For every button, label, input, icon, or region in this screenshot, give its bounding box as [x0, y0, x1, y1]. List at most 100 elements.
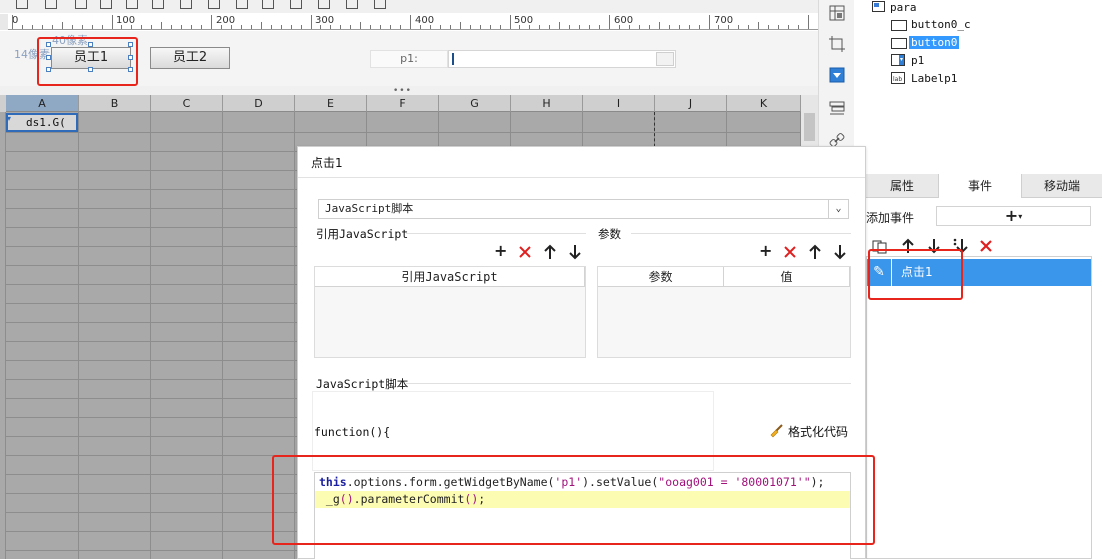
- tree-item-p1[interactable]: p1: [911, 53, 924, 69]
- ruler-tick: [808, 15, 809, 29]
- delete-icon[interactable]: [979, 239, 993, 253]
- tree-item-button0-c[interactable]: button0_c: [911, 17, 971, 33]
- toolbar-icon[interactable]: [180, 0, 192, 9]
- ruler-tick: [529, 25, 531, 29]
- employee-2-button[interactable]: 员工2: [150, 47, 230, 69]
- param-delete-icon[interactable]: [783, 245, 797, 259]
- ruler-tick: [678, 25, 680, 29]
- script-type-select[interactable]: JavaScript脚本 ⌄: [318, 199, 849, 219]
- ruler-tick: [708, 15, 710, 29]
- toolbar-icon[interactable]: [16, 0, 28, 9]
- ruler-tick: [648, 25, 650, 29]
- column-header-k[interactable]: K: [727, 95, 801, 112]
- column-header-g[interactable]: G: [439, 95, 511, 112]
- ruler-tick: [609, 15, 610, 29]
- tree-item-labelp1[interactable]: Labelp1: [911, 71, 957, 87]
- column-header-d[interactable]: D: [223, 95, 295, 112]
- ruler-tick: [370, 25, 372, 29]
- ruler-tick: [549, 25, 551, 29]
- ruler-corner: [0, 14, 8, 30]
- dialog-title: 点击1: [311, 156, 343, 170]
- tree-item-button0[interactable]: button0: [909, 35, 960, 51]
- grid-row-line: [6, 132, 801, 133]
- event-list: ✎ 点击1: [866, 256, 1092, 559]
- param-table[interactable]: 参数 值: [597, 266, 851, 358]
- toolbar-icon[interactable]: [152, 0, 164, 9]
- grid-column-line: [78, 112, 79, 559]
- ruler-tick: [21, 25, 23, 29]
- param-name-column-header[interactable]: 参数: [598, 267, 724, 287]
- toolbar-icon[interactable]: [346, 0, 358, 9]
- ruler-tick: [569, 25, 571, 29]
- grid-layout-icon[interactable]: [829, 5, 845, 21]
- grid-column-line: [5, 112, 6, 559]
- column-header-c[interactable]: C: [151, 95, 223, 112]
- ruler-tick: [230, 25, 232, 29]
- tree-item-para[interactable]: para: [890, 0, 917, 16]
- column-header-i[interactable]: I: [583, 95, 655, 112]
- toolbar-icon[interactable]: [208, 0, 220, 9]
- ref-js-column-header[interactable]: 引用JavaScript: [315, 267, 585, 287]
- dropdown-arrow-icon[interactable]: [656, 52, 674, 66]
- toolbar-icon[interactable]: [45, 0, 57, 9]
- tab-mobile[interactable]: 移动端: [1022, 174, 1102, 198]
- broom-icon: [770, 424, 783, 438]
- ruler-label: 400: [415, 15, 435, 26]
- grid-column-line: [150, 112, 151, 559]
- add-event-plus: +: [1004, 206, 1019, 225]
- ref-delete-icon[interactable]: [518, 245, 532, 259]
- ruler-tick: [419, 25, 421, 29]
- tab-events[interactable]: 事件: [938, 174, 1022, 198]
- ruler-tick: [280, 25, 282, 29]
- param-move-up-icon[interactable]: [809, 244, 821, 260]
- combo-box-icon[interactable]: [829, 67, 845, 83]
- ruler-tick: [250, 25, 252, 29]
- scrollbar-thumb[interactable]: [804, 113, 815, 141]
- column-header-j[interactable]: J: [655, 95, 727, 112]
- ruler-tick: [798, 25, 800, 29]
- param-value-column-header[interactable]: 值: [724, 267, 850, 287]
- toolbar-icon[interactable]: [262, 0, 274, 9]
- cell-a1[interactable]: ds1.G(: [6, 113, 78, 132]
- param-move-down-icon[interactable]: [834, 244, 846, 260]
- ruler-tick: [141, 25, 143, 29]
- toolbar-icon[interactable]: [75, 0, 87, 9]
- tab-properties[interactable]: 属性: [866, 174, 938, 198]
- ruler-tick: [778, 25, 780, 29]
- function-header: function(){: [314, 425, 391, 439]
- corner-header[interactable]: [0, 95, 6, 112]
- text-caret: [452, 53, 454, 65]
- column-header-b[interactable]: B: [79, 95, 151, 112]
- format-code-button[interactable]: 格式化代码: [770, 423, 848, 440]
- ref-add-button[interactable]: +: [494, 243, 507, 259]
- param-add-button[interactable]: +: [759, 243, 772, 259]
- column-header-e[interactable]: E: [295, 95, 367, 112]
- toolbar-icon[interactable]: [374, 0, 386, 9]
- pane-splitter[interactable]: •••: [0, 86, 818, 96]
- ref-js-table[interactable]: 引用JavaScript: [314, 266, 586, 358]
- column-header-h[interactable]: H: [511, 95, 583, 112]
- toolbar-icon[interactable]: [290, 0, 302, 9]
- toolbar-icon[interactable]: [236, 0, 248, 9]
- column-header-a[interactable]: A: [6, 95, 79, 112]
- column-header-f[interactable]: F: [367, 95, 439, 112]
- ruler-label: 600: [614, 15, 634, 26]
- ruler-tick: [151, 25, 153, 29]
- ruler-tick: [658, 22, 660, 29]
- toolbar-icon[interactable]: [318, 0, 330, 9]
- ruler-tick: [310, 15, 312, 29]
- param-section-label: 参数: [598, 227, 621, 241]
- button-icon: [891, 38, 907, 49]
- toolbar-icon[interactable]: [100, 0, 112, 9]
- absolute-layout-icon[interactable]: [829, 36, 845, 52]
- ruler-tick: [390, 25, 392, 29]
- add-event-button[interactable]: +▾: [936, 206, 1091, 226]
- ref-move-up-icon[interactable]: [544, 244, 556, 260]
- toolbar-icon[interactable]: [126, 0, 138, 9]
- ruler-tick: [638, 25, 640, 29]
- chevron-down-icon[interactable]: ⌄: [828, 200, 848, 218]
- p1-combo-field[interactable]: [448, 50, 676, 68]
- ref-js-section-label: 引用JavaScript: [316, 227, 409, 241]
- tab-layout-icon[interactable]: [829, 100, 845, 116]
- ref-move-down-icon[interactable]: [569, 244, 581, 260]
